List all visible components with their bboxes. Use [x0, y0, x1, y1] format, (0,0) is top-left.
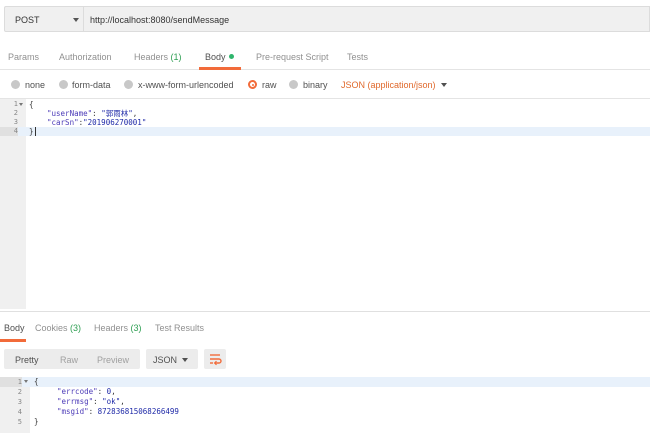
tab-label: Params [8, 52, 40, 62]
line-number: 3 [13, 118, 18, 126]
json-value: 0 [106, 387, 112, 396]
response-toolbar: Pretty Raw Preview JSON [0, 347, 650, 373]
line-number: 4 [0, 127, 18, 136]
tab-label: Headers [94, 323, 129, 333]
radio-none[interactable] [11, 80, 20, 89]
line-number: 3 [17, 398, 22, 406]
code-line: 1 { [0, 377, 650, 387]
format-label: JSON [153, 355, 178, 365]
radio-binary-label[interactable]: binary [303, 80, 328, 90]
chevron-down-icon [73, 18, 79, 22]
tab-label: Body [205, 52, 226, 62]
json-key: "msgid" [57, 407, 89, 416]
response-body-viewer[interactable]: 1 { 2 "errcode": 0, 3 "errmsg": "ok", 4 … [0, 377, 650, 433]
url-input[interactable]: http://localhost:8080/sendMessage [84, 6, 650, 32]
radio-none-label[interactable]: none [25, 80, 45, 90]
tab-headers[interactable]: Headers (1) [134, 52, 182, 62]
request-body-editor[interactable]: 1 { 2 "userName": "郭雨林", 3 "carSn":"2019… [0, 99, 650, 309]
body-type-selector: none form-data x-www-form-urlencoded raw… [0, 71, 650, 99]
json-value: "ok" [102, 397, 121, 406]
tab-tests[interactable]: Tests [347, 52, 368, 62]
tab-label: Authorization [59, 52, 112, 62]
brace: { [29, 100, 34, 109]
code-line: 3 "carSn":"201906270001" [0, 118, 650, 127]
method-select[interactable]: POST [4, 6, 84, 32]
fold-arrow-icon[interactable] [19, 103, 23, 106]
active-tab-indicator [0, 339, 26, 342]
code-line: 2 "errcode": 0, [0, 387, 650, 397]
response-panel: Body Cookies (3) Headers (3) Test Result… [0, 311, 650, 433]
response-tabs: Body Cookies (3) Headers (3) Test Result… [0, 312, 650, 342]
pretty-button[interactable]: Pretty [15, 355, 39, 365]
wrap-lines-button[interactable] [204, 349, 226, 369]
radio-urlencoded-label[interactable]: x-www-form-urlencoded [138, 80, 234, 90]
tab-label: Cookies [35, 323, 68, 333]
tab-count: (1) [170, 52, 182, 62]
tab-label: Pre-request Script [256, 52, 329, 62]
tab-response-headers[interactable]: Headers (3) [94, 323, 142, 333]
radio-raw-label[interactable]: raw [262, 80, 277, 90]
tab-body[interactable]: Body [205, 52, 234, 62]
json-value: "郭雨林" [101, 109, 133, 118]
radio-form-data[interactable] [59, 80, 68, 89]
active-tab-indicator [199, 67, 241, 70]
request-tabs: Params Authorization Headers (1) Body Pr… [0, 44, 650, 70]
fold-arrow-icon[interactable] [24, 380, 28, 383]
chevron-down-icon[interactable] [441, 83, 447, 87]
radio-form-data-label[interactable]: form-data [72, 80, 111, 90]
code-line: 5 } [0, 417, 650, 427]
json-sep: : [92, 109, 102, 118]
tab-response-body[interactable]: Body [4, 323, 25, 333]
brace: } [29, 127, 34, 136]
tab-label: Body [4, 323, 25, 333]
text-cursor [34, 127, 36, 136]
line-number: 2 [17, 388, 22, 396]
line-number: 5 [17, 418, 22, 426]
brace: { [34, 377, 39, 386]
code-line: 2 "userName": "郭雨林", [0, 109, 650, 118]
tab-label: Headers [134, 52, 169, 62]
request-bar: POST http://localhost:8080/sendMessage [0, 0, 650, 38]
tab-count: (3) [70, 323, 82, 333]
raw-button[interactable]: Raw [60, 355, 78, 365]
line-number: 4 [17, 408, 22, 416]
tab-authorization[interactable]: Authorization [59, 52, 112, 62]
brace: } [34, 417, 39, 426]
code-line-active: 4 } [0, 127, 650, 136]
method-label: POST [15, 15, 40, 25]
json-value: 872836815068266499 [97, 407, 179, 416]
json-key: "carSn" [47, 118, 79, 127]
code-line: 3 "errmsg": "ok", [0, 397, 650, 407]
radio-binary[interactable] [289, 80, 298, 89]
code-line: 4 "msgid": 872836815068266499 [0, 407, 650, 417]
tab-cookies[interactable]: Cookies (3) [35, 323, 81, 333]
tab-label: Tests [347, 52, 369, 62]
tab-pre-request-script[interactable]: Pre-request Script [256, 52, 329, 62]
modified-dot-icon [228, 54, 234, 59]
json-key: "errmsg" [57, 397, 94, 406]
radio-urlencoded[interactable] [124, 80, 133, 89]
json-comma: , [132, 109, 138, 118]
tab-test-results[interactable]: Test Results [155, 323, 204, 333]
view-mode-group: Pretty Raw Preview [4, 349, 140, 369]
tab-label: Test Results [155, 323, 205, 333]
line-number: 1 [0, 377, 22, 387]
response-format-select[interactable]: JSON [146, 349, 198, 369]
body-format-select[interactable]: JSON (application/json) [341, 80, 436, 90]
json-value: "201906270001" [83, 118, 147, 127]
radio-raw[interactable] [248, 80, 257, 89]
wrap-lines-icon [210, 354, 222, 366]
json-key: "errcode" [57, 387, 98, 396]
preview-button[interactable]: Preview [97, 355, 129, 365]
json-key: "userName" [47, 109, 93, 118]
line-number: 2 [13, 109, 18, 117]
tab-count: (3) [130, 323, 142, 333]
tab-params[interactable]: Params [8, 52, 39, 62]
line-number: 1 [13, 100, 18, 108]
code-line: 1 { [0, 100, 650, 109]
chevron-down-icon [182, 358, 188, 362]
